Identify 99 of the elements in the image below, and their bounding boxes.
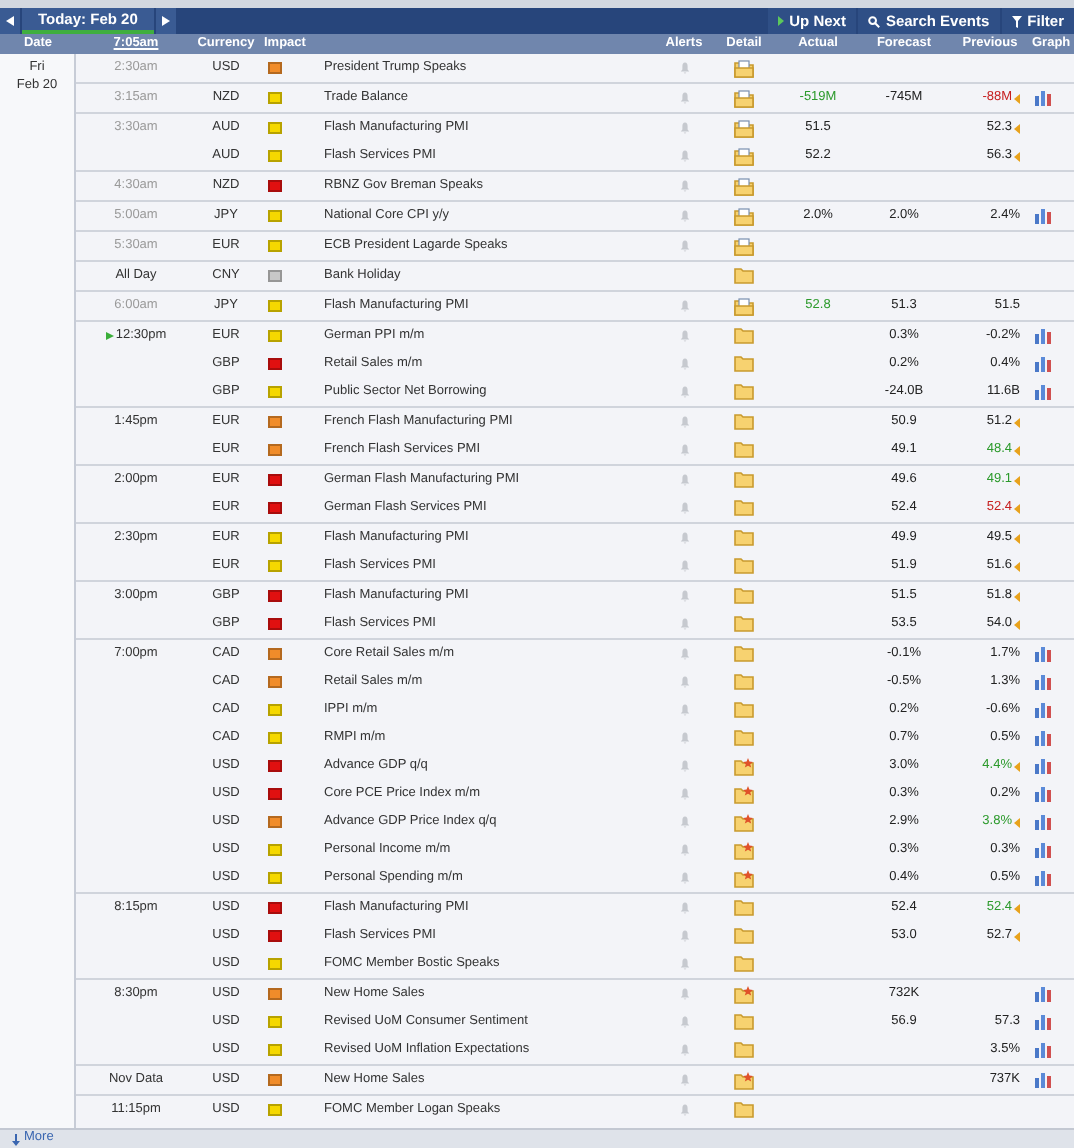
folder-icon[interactable] (734, 730, 754, 746)
folder-icon[interactable] (734, 530, 754, 546)
folder-icon[interactable] (734, 472, 754, 488)
bell-icon[interactable] (679, 902, 689, 914)
bell-icon[interactable] (679, 988, 689, 1000)
bar-chart-icon[interactable] (1034, 208, 1052, 224)
bell-icon[interactable] (679, 560, 689, 572)
bell-icon[interactable] (679, 704, 689, 716)
folder-icon[interactable] (734, 414, 754, 430)
folder-icon[interactable] (734, 1102, 754, 1118)
bell-icon[interactable] (679, 648, 689, 660)
folder-document-icon[interactable] (734, 119, 754, 137)
folder-icon[interactable] (734, 500, 754, 516)
bell-icon[interactable] (679, 240, 689, 252)
bar-chart-icon[interactable] (1034, 814, 1052, 830)
bar-chart-icon[interactable] (1034, 730, 1052, 746)
play-icon (777, 16, 784, 26)
down-arrow-icon (12, 1133, 20, 1145)
folder-icon[interactable] (734, 956, 754, 972)
bell-icon[interactable] (679, 1074, 689, 1086)
bell-icon[interactable] (679, 732, 689, 744)
bell-icon[interactable] (679, 386, 689, 398)
bell-icon[interactable] (679, 300, 689, 312)
bar-chart-icon[interactable] (1034, 702, 1052, 718)
folder-document-icon[interactable] (734, 89, 754, 107)
folder-icon[interactable] (734, 558, 754, 574)
bell-icon[interactable] (679, 816, 689, 828)
bell-icon[interactable] (679, 532, 689, 544)
folder-star-icon[interactable] (734, 813, 754, 831)
folder-document-icon[interactable] (734, 177, 754, 195)
bar-chart-icon[interactable] (1034, 786, 1052, 802)
folder-icon[interactable] (734, 702, 754, 718)
filter-icon (1011, 15, 1022, 27)
folder-icon[interactable] (734, 1042, 754, 1058)
bell-icon[interactable] (679, 444, 689, 456)
bar-chart-icon[interactable] (1034, 674, 1052, 690)
bell-icon[interactable] (679, 930, 689, 942)
folder-icon[interactable] (734, 328, 754, 344)
folder-document-icon[interactable] (734, 59, 754, 77)
bell-icon[interactable] (679, 844, 689, 856)
bar-chart-icon[interactable] (1034, 1042, 1052, 1058)
folder-star-icon[interactable] (734, 985, 754, 1003)
right-arrow-icon (161, 16, 170, 26)
bell-icon[interactable] (679, 958, 689, 970)
folder-star-icon[interactable] (734, 869, 754, 887)
folder-star-icon[interactable] (734, 841, 754, 859)
bell-icon[interactable] (679, 590, 689, 602)
folder-icon[interactable] (734, 588, 754, 604)
folder-icon[interactable] (734, 384, 754, 400)
bell-icon[interactable] (679, 180, 689, 192)
bell-icon[interactable] (679, 210, 689, 222)
bar-chart-icon[interactable] (1034, 758, 1052, 774)
folder-icon[interactable] (734, 442, 754, 458)
bell-icon[interactable] (679, 474, 689, 486)
bar-chart-icon[interactable] (1034, 870, 1052, 886)
bell-icon[interactable] (679, 330, 689, 342)
folder-document-icon[interactable] (734, 147, 754, 165)
folder-star-icon[interactable] (734, 757, 754, 775)
bar-chart-icon[interactable] (1034, 1072, 1052, 1088)
folder-document-icon[interactable] (734, 237, 754, 255)
bar-chart-icon[interactable] (1034, 1014, 1052, 1030)
bell-icon[interactable] (679, 1044, 689, 1056)
bell-icon[interactable] (679, 676, 689, 688)
bar-chart-icon[interactable] (1034, 328, 1052, 344)
bar-chart-icon[interactable] (1034, 646, 1052, 662)
search-icon (867, 15, 880, 27)
bell-icon[interactable] (679, 92, 689, 104)
folder-document-icon[interactable] (734, 207, 754, 225)
bar-chart-icon[interactable] (1034, 356, 1052, 372)
folder-icon[interactable] (734, 674, 754, 690)
bell-icon[interactable] (679, 358, 689, 370)
previous-day-button[interactable] (0, 8, 20, 34)
folder-icon[interactable] (734, 646, 754, 662)
bell-icon[interactable] (679, 618, 689, 630)
bell-icon[interactable] (679, 62, 689, 74)
folder-star-icon[interactable] (734, 785, 754, 803)
folder-icon[interactable] (734, 616, 754, 632)
folder-icon[interactable] (734, 928, 754, 944)
next-day-button[interactable] (155, 8, 176, 34)
folder-icon[interactable] (734, 356, 754, 372)
bar-chart-icon[interactable] (1034, 842, 1052, 858)
bell-icon[interactable] (679, 1104, 689, 1116)
bell-icon[interactable] (679, 502, 689, 514)
folder-document-icon[interactable] (734, 297, 754, 315)
bell-icon[interactable] (679, 788, 689, 800)
bar-chart-icon[interactable] (1034, 90, 1052, 106)
bell-icon[interactable] (679, 760, 689, 772)
left-arrow-icon (6, 16, 14, 26)
bell-icon[interactable] (679, 122, 689, 134)
folder-icon[interactable] (734, 1014, 754, 1030)
bell-icon[interactable] (679, 416, 689, 428)
bell-icon[interactable] (679, 150, 689, 162)
bar-chart-icon[interactable] (1034, 384, 1052, 400)
bell-icon[interactable] (679, 1016, 689, 1028)
bar-chart-icon[interactable] (1034, 986, 1052, 1002)
bell-icon[interactable] (679, 872, 689, 884)
folder-star-icon[interactable] (734, 1071, 754, 1089)
folder-icon[interactable] (734, 268, 754, 284)
folder-icon[interactable] (734, 900, 754, 916)
